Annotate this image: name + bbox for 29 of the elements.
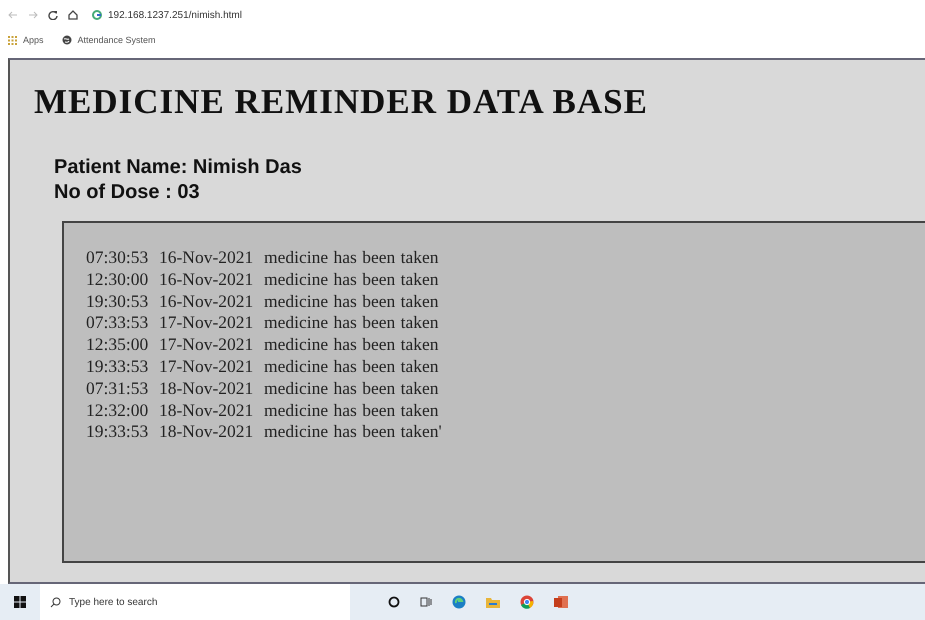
log-entry: 07:30:53 16-Nov-2021 medicine has been taken — [86, 247, 439, 269]
page-title: MEDICINE REMINDER DATA BASE — [34, 82, 648, 122]
circle-icon[interactable] — [388, 596, 400, 608]
dose-count: No of Dose : 03 — [54, 181, 200, 204]
taskbar-search-field[interactable]: Type here to search — [40, 584, 350, 620]
site-icon — [92, 10, 102, 20]
windows-icon[interactable] — [14, 596, 26, 608]
home-icon[interactable] — [68, 10, 78, 20]
search-icon — [50, 596, 61, 608]
log-entry: 12:35:00 17-Nov-2021 medicine has been taken — [86, 334, 439, 356]
reload-icon[interactable] — [48, 10, 58, 20]
apps-grid-icon[interactable] — [8, 36, 17, 44]
address-bar[interactable]: 192.168.1237.251/nimish.html — [108, 10, 242, 20]
log-entry: 07:31:53 18-Nov-2021 medicine has been taken — [86, 378, 439, 400]
task-view-icon[interactable] — [420, 596, 432, 608]
log-entry: 19:33:53 17-Nov-2021 medicine has been taken — [86, 356, 439, 378]
folder-icon[interactable] — [486, 596, 500, 608]
chrome-icon[interactable] — [520, 595, 534, 609]
bookmark[interactable]: Attendance System — [78, 35, 156, 45]
log-entry: 19:33:53 18-Nov-2021 medicine has been taken' — [86, 421, 442, 444]
browser-icon[interactable] — [452, 595, 466, 609]
globe-icon[interactable] — [62, 35, 72, 45]
bookmark[interactable]: Apps — [23, 35, 44, 45]
log-entry: 19:30:53 16-Nov-2021 medicine has been taken — [86, 290, 439, 312]
log-entry: 07:33:53 17-Nov-2021 medicine has been taken — [86, 312, 439, 334]
log-entry: 12:30:00 16-Nov-2021 medicine has been taken — [86, 268, 439, 291]
patient-name: Patient Name: Nimish Das — [54, 156, 302, 179]
log-entry: 12:32:00 18-Nov-2021 medicine has been taken — [86, 400, 439, 422]
slides-app-icon[interactable] — [554, 595, 568, 609]
